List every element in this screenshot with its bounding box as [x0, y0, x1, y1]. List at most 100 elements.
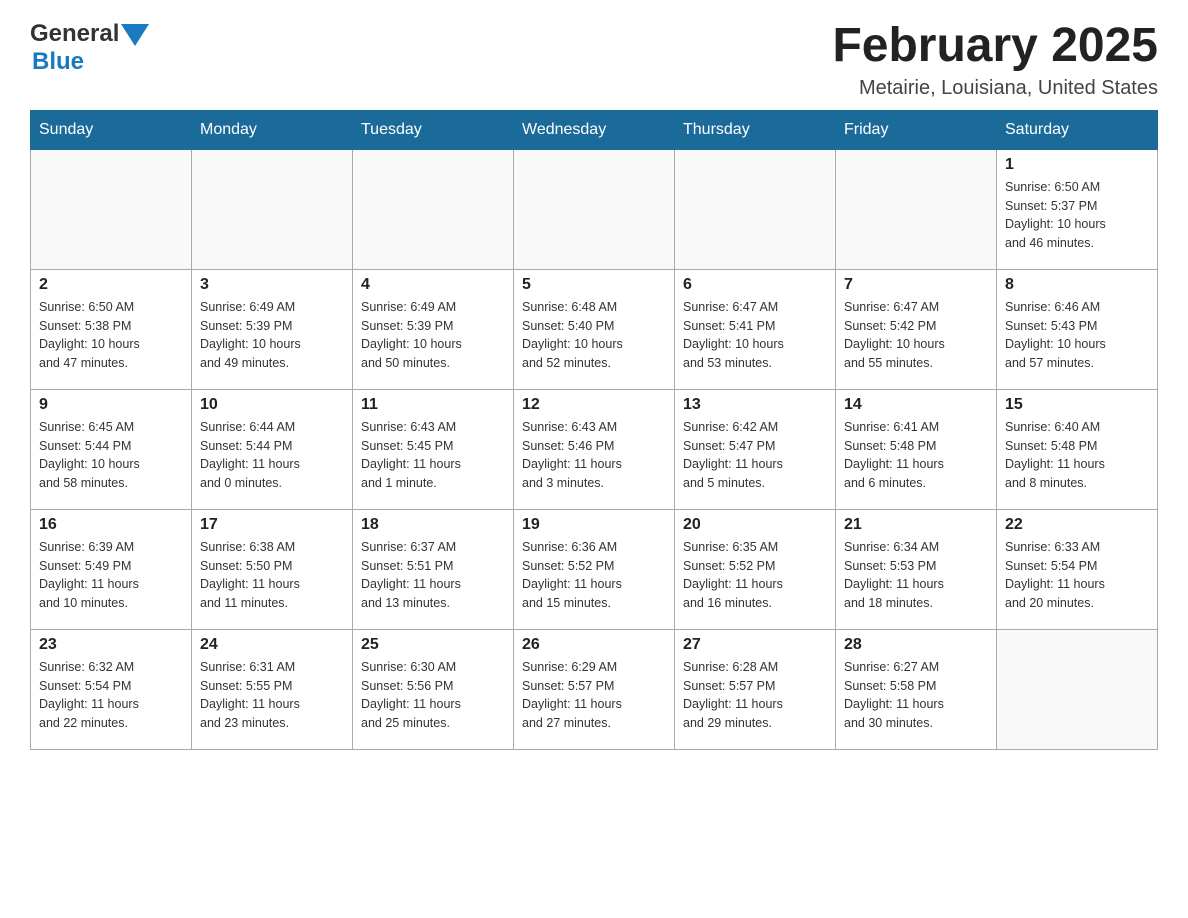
day-number: 19 [522, 516, 666, 534]
day-info: Sunrise: 6:46 AMSunset: 5:43 PMDaylight:… [1005, 298, 1149, 373]
day-number: 17 [200, 516, 344, 534]
calendar-cell: 20 Sunrise: 6:35 AMSunset: 5:52 PMDayligh… [675, 509, 836, 629]
day-info: Sunrise: 6:47 AMSunset: 5:42 PMDaylight:… [844, 298, 988, 373]
calendar-cell: 28 Sunrise: 6:27 AMSunset: 5:58 PMDayligh… [836, 629, 997, 749]
calendar-header-wednesday: Wednesday [514, 110, 675, 149]
day-number: 9 [39, 396, 183, 414]
day-info: Sunrise: 6:45 AMSunset: 5:44 PMDaylight:… [39, 418, 183, 493]
calendar-week-4: 16Sunrise: 6:39 AMSunset: 5:49 PMDayligh… [31, 509, 1158, 629]
day-number: 7 [844, 276, 988, 294]
day-number: 25 [361, 636, 505, 654]
day-number: 23 [39, 636, 183, 654]
day-info: Sunrise: 6:49 AMSunset: 5:39 PMDaylight:… [200, 298, 344, 373]
calendar-header-monday: Monday [192, 110, 353, 149]
calendar-cell [31, 149, 192, 269]
calendar-header-saturday: Saturday [997, 110, 1158, 149]
calendar-cell: 17 Sunrise: 6:38 AMSunset: 5:50 PMDayligh… [192, 509, 353, 629]
day-info: Sunrise: 6:29 AMSunset: 5:57 PMDaylight:… [522, 658, 666, 733]
day-info: Sunrise: 6:31 AMSunset: 5:55 PMDaylight:… [200, 658, 344, 733]
day-info: Sunrise: 6:50 AMSunset: 5:37 PMDaylight:… [1005, 178, 1149, 253]
calendar-cell: 7 Sunrise: 6:47 AMSunset: 5:42 PMDaylight… [836, 269, 997, 389]
calendar-cell: 18 Sunrise: 6:37 AMSunset: 5:51 PMDayligh… [353, 509, 514, 629]
logo: General Blue [30, 20, 149, 76]
day-number: 13 [683, 396, 827, 414]
day-number: 27 [683, 636, 827, 654]
calendar-cell [514, 149, 675, 269]
calendar-cell: 24 Sunrise: 6:31 AMSunset: 5:55 PMDayligh… [192, 629, 353, 749]
calendar-cell: 13 Sunrise: 6:42 AMSunset: 5:47 PMDayligh… [675, 389, 836, 509]
logo-general-text: General [30, 20, 119, 48]
title-section: February 2025 Metairie, Louisiana, Unite… [832, 20, 1158, 100]
calendar-cell: 21 Sunrise: 6:34 AMSunset: 5:53 PMDayligh… [836, 509, 997, 629]
day-number: 24 [200, 636, 344, 654]
calendar-cell: 8 Sunrise: 6:46 AMSunset: 5:43 PMDaylight… [997, 269, 1158, 389]
day-info: Sunrise: 6:32 AMSunset: 5:54 PMDaylight:… [39, 658, 183, 733]
page-header: General Blue February 2025 Metairie, Lou… [30, 20, 1158, 100]
day-info: Sunrise: 6:37 AMSunset: 5:51 PMDaylight:… [361, 538, 505, 613]
day-number: 11 [361, 396, 505, 414]
day-info: Sunrise: 6:43 AMSunset: 5:45 PMDaylight:… [361, 418, 505, 493]
calendar-cell: 3 Sunrise: 6:49 AMSunset: 5:39 PMDaylight… [192, 269, 353, 389]
day-number: 26 [522, 636, 666, 654]
calendar-cell: 15 Sunrise: 6:40 AMSunset: 5:48 PMDayligh… [997, 389, 1158, 509]
day-number: 6 [683, 276, 827, 294]
day-number: 8 [1005, 276, 1149, 294]
day-number: 21 [844, 516, 988, 534]
calendar-cell [192, 149, 353, 269]
calendar-cell: 11 Sunrise: 6:43 AMSunset: 5:45 PMDayligh… [353, 389, 514, 509]
day-info: Sunrise: 6:43 AMSunset: 5:46 PMDaylight:… [522, 418, 666, 493]
day-number: 20 [683, 516, 827, 534]
day-info: Sunrise: 6:49 AMSunset: 5:39 PMDaylight:… [361, 298, 505, 373]
calendar-cell: 14Sunrise: 6:41 AMSunset: 5:48 PMDayligh… [836, 389, 997, 509]
day-number: 5 [522, 276, 666, 294]
location-text: Metairie, Louisiana, United States [832, 77, 1158, 100]
day-info: Sunrise: 6:30 AMSunset: 5:56 PMDaylight:… [361, 658, 505, 733]
calendar-week-3: 9 Sunrise: 6:45 AMSunset: 5:44 PMDaylight… [31, 389, 1158, 509]
calendar-cell: 22Sunrise: 6:33 AMSunset: 5:54 PMDayligh… [997, 509, 1158, 629]
calendar-cell: 19 Sunrise: 6:36 AMSunset: 5:52 PMDayligh… [514, 509, 675, 629]
day-number: 14 [844, 396, 988, 414]
month-title: February 2025 [832, 20, 1158, 73]
day-info: Sunrise: 6:33 AMSunset: 5:54 PMDaylight:… [1005, 538, 1149, 613]
calendar-header-friday: Friday [836, 110, 997, 149]
day-number: 18 [361, 516, 505, 534]
calendar-cell: 25 Sunrise: 6:30 AMSunset: 5:56 PMDayligh… [353, 629, 514, 749]
calendar-cell: 5 Sunrise: 6:48 AMSunset: 5:40 PMDaylight… [514, 269, 675, 389]
calendar-cell: 1 Sunrise: 6:50 AMSunset: 5:37 PMDaylight… [997, 149, 1158, 269]
day-info: Sunrise: 6:40 AMSunset: 5:48 PMDaylight:… [1005, 418, 1149, 493]
day-number: 28 [844, 636, 988, 654]
calendar-cell [836, 149, 997, 269]
calendar-cell [675, 149, 836, 269]
day-info: Sunrise: 6:38 AMSunset: 5:50 PMDaylight:… [200, 538, 344, 613]
calendar-cell: 6 Sunrise: 6:47 AMSunset: 5:41 PMDaylight… [675, 269, 836, 389]
calendar-cell [353, 149, 514, 269]
calendar-week-2: 2Sunrise: 6:50 AMSunset: 5:38 PMDaylight… [31, 269, 1158, 389]
day-number: 2 [39, 276, 183, 294]
day-info: Sunrise: 6:36 AMSunset: 5:52 PMDaylight:… [522, 538, 666, 613]
calendar-cell: 26 Sunrise: 6:29 AMSunset: 5:57 PMDayligh… [514, 629, 675, 749]
calendar-cell: 16Sunrise: 6:39 AMSunset: 5:49 PMDayligh… [31, 509, 192, 629]
day-number: 3 [200, 276, 344, 294]
day-info: Sunrise: 6:34 AMSunset: 5:53 PMDaylight:… [844, 538, 988, 613]
calendar-cell: 10 Sunrise: 6:44 AMSunset: 5:44 PMDayligh… [192, 389, 353, 509]
day-number: 10 [200, 396, 344, 414]
calendar-week-5: 23 Sunrise: 6:32 AMSunset: 5:54 PMDayligh… [31, 629, 1158, 749]
calendar-cell: 9 Sunrise: 6:45 AMSunset: 5:44 PMDaylight… [31, 389, 192, 509]
day-number: 1 [1005, 156, 1149, 174]
logo-arrow-icon [121, 24, 149, 46]
day-info: Sunrise: 6:27 AMSunset: 5:58 PMDaylight:… [844, 658, 988, 733]
day-info: Sunrise: 6:42 AMSunset: 5:47 PMDaylight:… [683, 418, 827, 493]
day-info: Sunrise: 6:47 AMSunset: 5:41 PMDaylight:… [683, 298, 827, 373]
day-number: 15 [1005, 396, 1149, 414]
calendar-header-tuesday: Tuesday [353, 110, 514, 149]
calendar-header-sunday: Sunday [31, 110, 192, 149]
calendar-cell: 12Sunrise: 6:43 AMSunset: 5:46 PMDayligh… [514, 389, 675, 509]
day-info: Sunrise: 6:35 AMSunset: 5:52 PMDaylight:… [683, 538, 827, 613]
day-info: Sunrise: 6:39 AMSunset: 5:49 PMDaylight:… [39, 538, 183, 613]
day-info: Sunrise: 6:44 AMSunset: 5:44 PMDaylight:… [200, 418, 344, 493]
logo-blue-text: Blue [32, 48, 84, 75]
day-info: Sunrise: 6:48 AMSunset: 5:40 PMDaylight:… [522, 298, 666, 373]
calendar-cell: 23 Sunrise: 6:32 AMSunset: 5:54 PMDayligh… [31, 629, 192, 749]
calendar-table: SundayMondayTuesdayWednesdayThursdayFrid… [30, 110, 1158, 750]
day-info: Sunrise: 6:28 AMSunset: 5:57 PMDaylight:… [683, 658, 827, 733]
